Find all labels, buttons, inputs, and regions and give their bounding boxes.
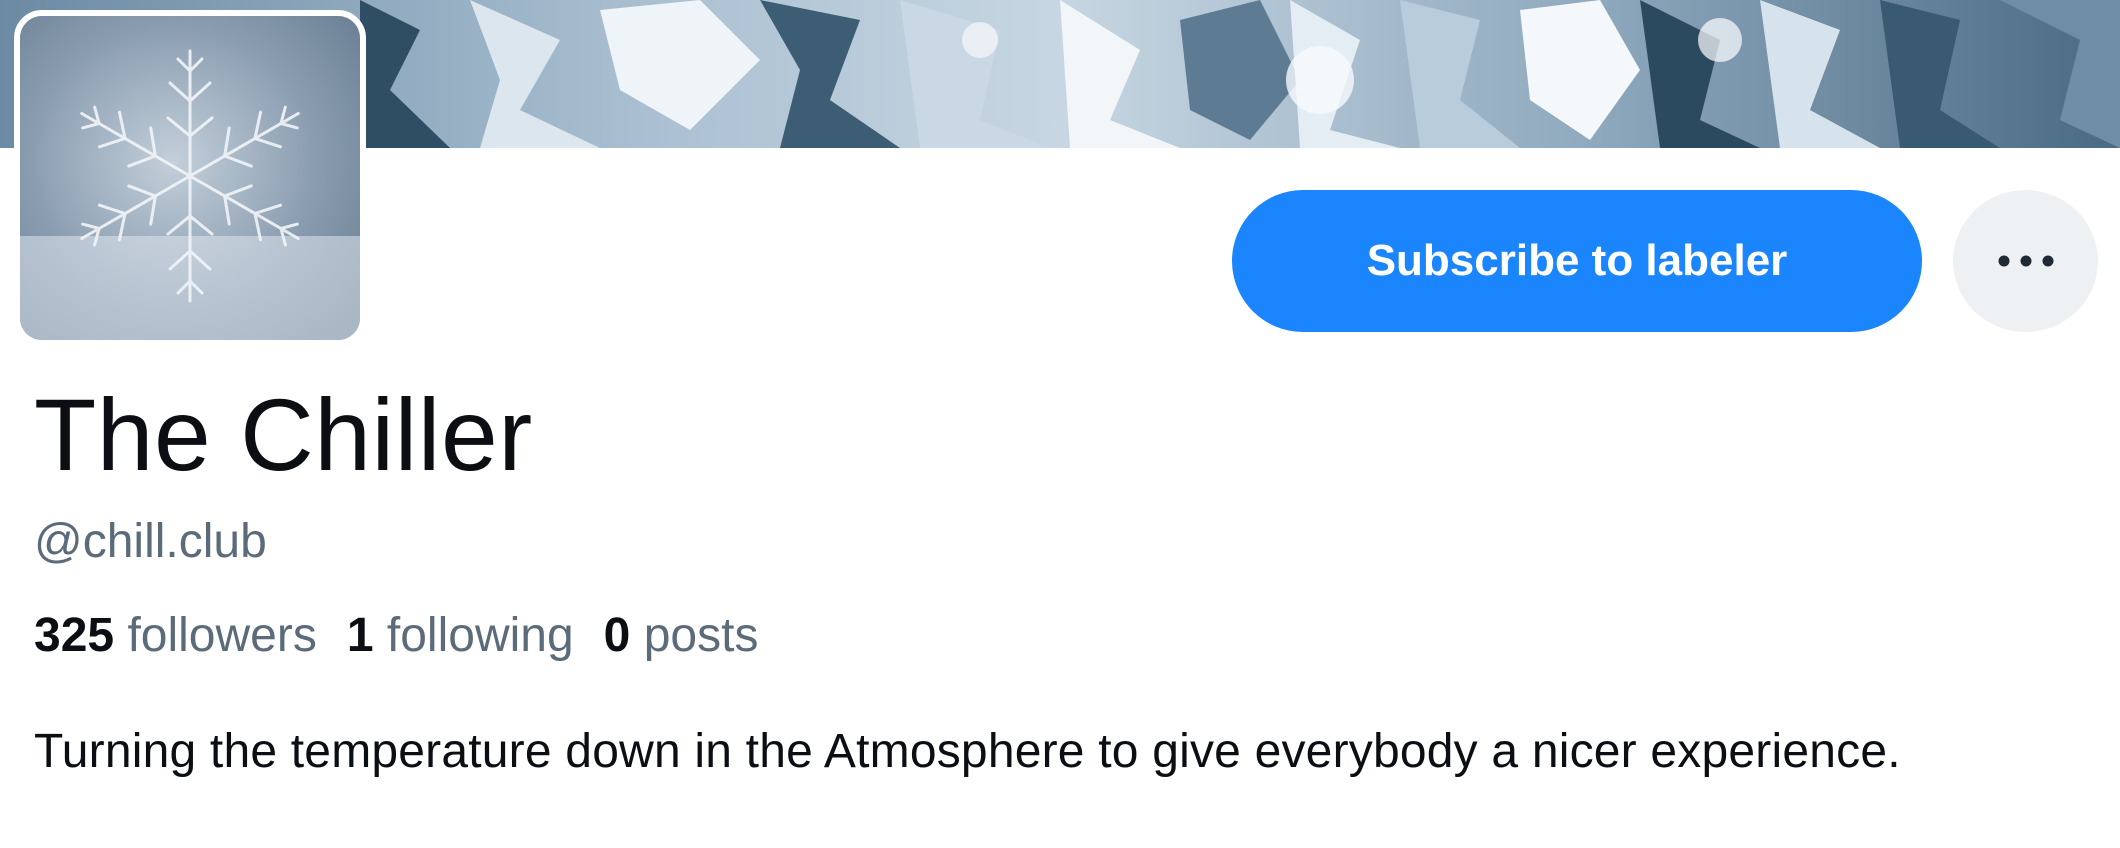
profile-handle: @chill.club — [34, 515, 267, 568]
display-name: The Chiller — [34, 378, 533, 492]
subscribe-button[interactable]: Subscribe to labeler — [1232, 190, 1922, 332]
following-stat[interactable]: 1 following — [347, 612, 574, 660]
posts-count: 0 — [603, 609, 631, 662]
followers-label: followers — [127, 609, 317, 662]
posts-stat: 0 posts — [604, 612, 759, 660]
profile-stats: 325 followers 1 following 0 posts — [34, 612, 758, 660]
ellipsis-icon — [1998, 255, 2053, 267]
followers-count: 325 — [34, 609, 115, 662]
snowflake-icon — [20, 16, 360, 340]
profile-page: Subscribe to labeler The Chiller @chill.… — [0, 0, 2120, 848]
posts-label: posts — [643, 609, 759, 662]
profile-bio: Turning the temperature down in the Atmo… — [34, 725, 1901, 778]
avatar[interactable] — [14, 10, 366, 346]
more-options-button[interactable] — [1953, 190, 2098, 332]
followers-stat[interactable]: 325 followers — [34, 612, 317, 660]
following-label: following — [386, 609, 574, 662]
following-count: 1 — [346, 609, 374, 662]
